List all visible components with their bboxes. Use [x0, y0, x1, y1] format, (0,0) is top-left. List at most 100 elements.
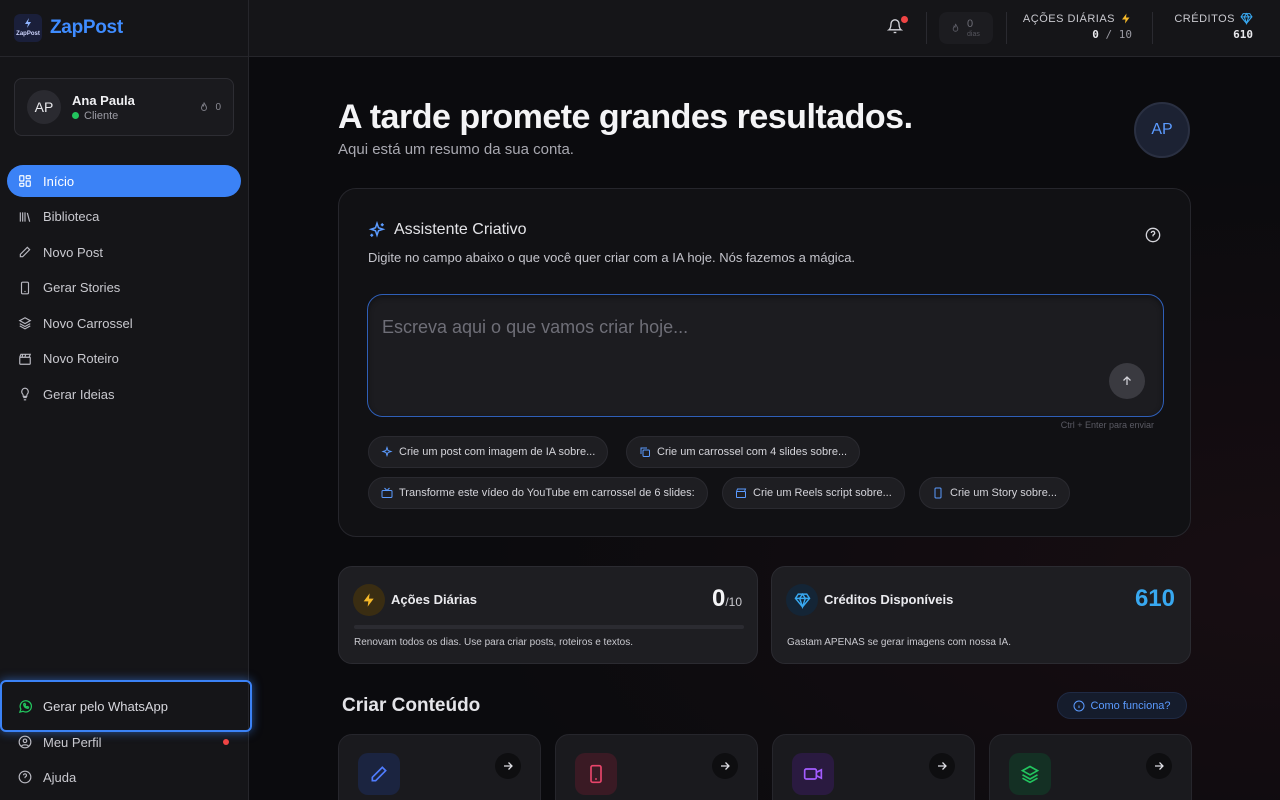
- user-role-label: Cliente: [84, 109, 119, 122]
- credits-card-description: Gastam APENAS se gerar imagens com nossa…: [787, 637, 1011, 648]
- prompt-box: [367, 294, 1164, 417]
- streak-unit: dias: [967, 30, 980, 38]
- profile-link-label: Meu Perfil: [43, 734, 102, 750]
- sidebar-item-label: Início: [43, 173, 75, 189]
- prompt-input[interactable]: [382, 315, 1082, 339]
- layers-icon: [1009, 753, 1051, 795]
- suggestion-chip[interactable]: Crie um Story sobre...: [919, 477, 1070, 509]
- online-status-dot: [72, 112, 79, 119]
- notification-dot: [223, 739, 229, 745]
- help-link-label: Ajuda: [43, 769, 77, 785]
- sidebar-item-label: Novo Carrossel: [43, 315, 133, 331]
- create-card-carousel[interactable]: [989, 734, 1192, 800]
- diamond-icon: [1240, 12, 1253, 25]
- user-streak: 0: [198, 101, 221, 114]
- daily-actions-card-value: 0/10: [712, 585, 742, 613]
- daily-actions-card-number: 0: [711, 585, 726, 612]
- video-icon: [792, 753, 834, 795]
- daily-actions-separator: /: [1098, 28, 1119, 41]
- flame-icon: [201, 102, 208, 111]
- logo[interactable]: ZapPost ZapPost: [0, 0, 248, 57]
- sidebar-item-gerar-ideias[interactable]: Gerar Ideias: [7, 378, 241, 410]
- daily-actions-stat: AÇÕES DIÁRIAS 0 / 10: [1022, 12, 1132, 42]
- suggestion-chip-label: Crie um carrossel com 4 slides sobre...: [657, 446, 848, 458]
- suggestion-chip-label: Crie um post com imagem de IA sobre...: [399, 446, 596, 458]
- whatsapp-button[interactable]: Gerar pelo WhatsApp: [0, 680, 252, 732]
- suggestion-chip-label: Crie um Reels script sobre...: [753, 487, 892, 499]
- phone-icon: [20, 281, 30, 294]
- phone-icon: [934, 487, 942, 499]
- credits-value: 610: [1233, 28, 1253, 41]
- arrow-right-icon[interactable]: [495, 753, 521, 779]
- suggestion-chip[interactable]: Crie um post com imagem de IA sobre...: [368, 436, 609, 468]
- sidebar-item-label: Biblioteca: [43, 209, 100, 224]
- tv-icon: [381, 487, 393, 498]
- daily-actions-progress: [354, 625, 744, 629]
- divider: [1152, 12, 1153, 44]
- arrow-right-icon[interactable]: [712, 753, 738, 779]
- clapperboard-icon: [19, 353, 32, 365]
- create-card-stories[interactable]: [555, 734, 758, 800]
- suggestion-chip-label: Transforme este vídeo do YouTube em carr…: [399, 487, 695, 499]
- section-title: Criar Conteúdo: [342, 695, 481, 716]
- send-button[interactable]: [1109, 363, 1145, 399]
- help-circle-icon[interactable]: [1145, 227, 1161, 243]
- avatar: AP: [27, 90, 61, 124]
- create-card-video[interactable]: [772, 734, 975, 800]
- sidebar-nav: Início Biblioteca Novo Post Gerar Storie…: [7, 165, 241, 414]
- phone-icon: [575, 753, 617, 795]
- help-circle-icon: [18, 770, 32, 784]
- lightning-icon: [1122, 13, 1130, 24]
- suggestion-chip[interactable]: Crie um carrossel com 4 slides sobre...: [626, 436, 861, 468]
- page-subtitle: Aqui está um resumo da sua conta.: [338, 141, 574, 158]
- sidebar-item-novo-carrossel[interactable]: Novo Carrossel: [7, 307, 241, 339]
- sidebar-item-biblioteca[interactable]: Biblioteca: [7, 201, 241, 233]
- arrow-right-icon[interactable]: [929, 753, 955, 779]
- sidebar-item-label: Novo Post: [43, 244, 103, 260]
- create-card-post[interactable]: [338, 734, 541, 800]
- daily-actions-card: Ações Diárias 0/10 Renovam todos os dias…: [338, 566, 758, 664]
- arrow-right-icon[interactable]: [1146, 753, 1172, 779]
- logo-mark-icon: ZapPost: [14, 14, 42, 42]
- layers-icon: [18, 317, 32, 330]
- top-bar: 0 dias AÇÕES DIÁRIAS 0 / 10 CRÉDITOS 610: [249, 0, 1280, 57]
- help-link[interactable]: Ajuda: [18, 767, 76, 787]
- clapperboard-icon: [736, 488, 747, 498]
- assistant-description: Digite no campo abaixo o que você quer c…: [368, 250, 856, 265]
- pencil-icon: [358, 753, 400, 795]
- logo-mark-text: ZapPost: [16, 31, 40, 37]
- credits-card-value: 610: [1134, 585, 1175, 612]
- info-icon: [1073, 700, 1085, 711]
- streak-count: 0: [967, 17, 974, 30]
- user-name: Ana Paula: [72, 92, 135, 108]
- whatsapp-icon: [18, 699, 33, 713]
- streak-pill[interactable]: 0 dias: [939, 12, 993, 44]
- sidebar-item-gerar-stories[interactable]: Gerar Stories: [7, 272, 241, 304]
- copy-icon: [640, 447, 650, 457]
- how-it-works-label: Como funciona?: [1090, 699, 1171, 712]
- daily-actions-label: AÇÕES DIÁRIAS: [1022, 12, 1115, 25]
- daily-actions-used: 0: [1092, 28, 1099, 41]
- sidebar-item-novo-post[interactable]: Novo Post: [7, 236, 241, 268]
- sparkle-icon: [368, 221, 386, 238]
- profile-link[interactable]: Meu Perfil: [18, 732, 102, 752]
- sparkle-icon: [381, 446, 393, 458]
- credits-card-title: Créditos Disponíveis: [824, 592, 954, 607]
- user-card[interactable]: AP Ana Paula Cliente 0: [14, 78, 234, 136]
- user-role: Cliente: [72, 110, 135, 122]
- arrow-up-icon: [1123, 376, 1131, 385]
- sidebar-item-novo-roteiro[interactable]: Novo Roteiro: [7, 343, 241, 375]
- credits-stat: CRÉDITOS 610: [1169, 12, 1253, 42]
- credits-label: CRÉDITOS: [1174, 12, 1235, 25]
- how-it-works-button[interactable]: Como funciona?: [1057, 692, 1187, 719]
- profile-avatar[interactable]: AP: [1134, 102, 1190, 158]
- library-icon: [19, 211, 31, 222]
- whatsapp-button-label: Gerar pelo WhatsApp: [43, 698, 169, 714]
- suggestion-chip[interactable]: Crie um Reels script sobre...: [722, 477, 905, 509]
- sidebar-item-inicio[interactable]: Início: [7, 165, 241, 197]
- credits-card: Créditos Disponíveis 610 Gastam APENAS s…: [771, 566, 1191, 664]
- suggestion-chip[interactable]: Transforme este vídeo do YouTube em carr…: [368, 477, 708, 509]
- sidebar-item-label: Gerar Ideias: [43, 386, 115, 402]
- send-hint: Ctrl + Enter para enviar: [1060, 420, 1154, 430]
- notification-dot: [901, 16, 908, 23]
